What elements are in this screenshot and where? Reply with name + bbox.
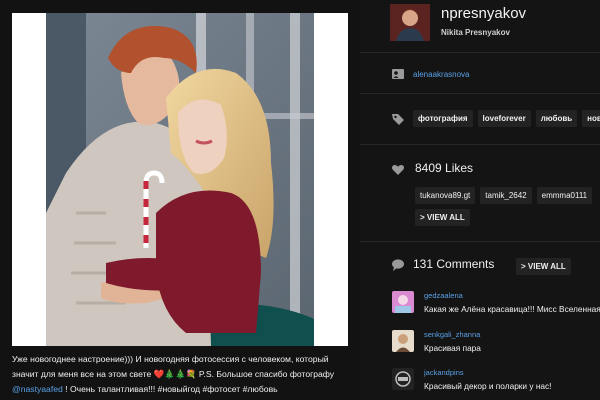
profile-full-name: Nikita Presnyakov (441, 28, 510, 37)
speech-bubble-icon (391, 258, 405, 272)
comment-text: Красивый декор и поларки у нас! (424, 381, 552, 391)
comment-item: gedzaalena Какая же Алёна красавица!!! М… (392, 291, 600, 321)
commenter-avatar-icon[interactable] (392, 330, 414, 352)
comment-item: jackandpins Красивый декор и поларки у н… (392, 368, 600, 398)
comment-text: Красивая пара (424, 343, 481, 353)
comment-item: senkgali_zhanna Красивая пара (392, 330, 600, 360)
liker-chip[interactable]: tamik_2642 (480, 187, 532, 204)
divider (360, 93, 600, 94)
tag-icon (391, 112, 405, 126)
caption-mention-link[interactable]: @nastyaafed (12, 384, 63, 394)
divider (360, 241, 600, 242)
comment-username[interactable]: senkgali_zhanna (424, 330, 480, 339)
comments-view-all-button[interactable]: > VIEW ALL (516, 258, 571, 275)
likes-view-all-button[interactable]: > VIEW ALL (415, 209, 470, 226)
user-avatar-icon[interactable] (390, 4, 430, 41)
post-caption: Уже новогоднее настроение))) И новогодня… (12, 352, 352, 397)
hashtag-list: фотография loveforever любовь новый (413, 110, 600, 127)
id-card-icon (391, 67, 405, 81)
comment-text: Какая же Алёна красавица!!! Мисс Вселенн… (424, 304, 600, 314)
hashtag-chip[interactable]: loveforever (477, 110, 531, 127)
comments-count: 131 Comments (413, 257, 495, 271)
likes-count: 8409 Likes (415, 161, 474, 175)
divider (360, 144, 600, 145)
liker-chip[interactable]: emmma0111 (536, 187, 593, 204)
likers-list: tukanova89.gt tamik_2642 emmma0111 > VIE… (415, 187, 600, 226)
divider (360, 52, 600, 53)
photo-frame (12, 13, 348, 346)
comment-username[interactable]: jackandpins (424, 368, 464, 377)
commenter-avatar-icon[interactable] (392, 368, 414, 390)
commenter-avatar-icon[interactable] (392, 291, 414, 313)
tagged-user-link[interactable]: alenaakrasnova (413, 70, 469, 79)
profile-username[interactable]: npresnyakov (441, 5, 526, 22)
hashtag-chip[interactable]: новый (582, 110, 600, 127)
caption-text-end: ! Очень талантливая!!! #новыйгод #фотосе… (62, 384, 278, 394)
photo-pane: Уже новогоднее настроение))) И новогодня… (0, 0, 360, 400)
liker-chip[interactable]: tukanova89.gt (415, 187, 476, 204)
hashtag-chip[interactable]: фотография (413, 110, 473, 127)
comment-username[interactable]: gedzaalena (424, 291, 463, 300)
post-photo[interactable] (46, 13, 314, 346)
heart-icon (391, 163, 405, 177)
caption-text: Уже новогоднее настроение))) И новогодня… (12, 354, 335, 379)
hashtag-chip[interactable]: любовь (535, 110, 578, 127)
post-info-pane: npresnyakov Nikita Presnyakov alenaakras… (360, 0, 600, 400)
